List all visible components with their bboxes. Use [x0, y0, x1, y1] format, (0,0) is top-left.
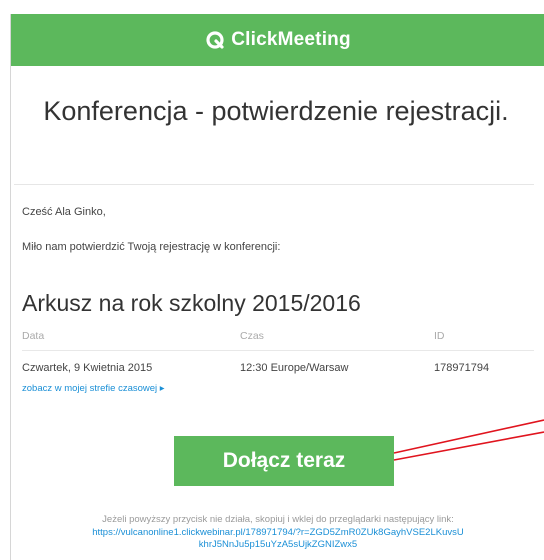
email-header: ClickMeeting: [11, 14, 544, 66]
event-time: 12:30 Europe/Warsaw: [240, 362, 349, 374]
fallback-link-line-2: khrJ5NnJu5p15uYzA5sUjkZGNIZwx5: [198, 539, 358, 550]
event-title: Arkusz na rok szkolny 2015/2016: [22, 290, 361, 316]
table-divider: [22, 350, 534, 351]
greeting-text: Cześć Ala Ginko,: [22, 206, 106, 218]
intro-text: Miło nam potwierdzić Twoją rejestrację w…: [22, 241, 281, 253]
timezone-link[interactable]: zobacz w mojej strefie czasowej ▸: [22, 383, 165, 394]
join-now-button[interactable]: Dołącz teraz: [174, 436, 394, 486]
clickmeeting-logo: ClickMeeting: [205, 29, 351, 51]
column-header-id: ID: [434, 330, 445, 342]
fallback-note: Jeżeli powyższy przycisk nie działa, sko…: [102, 514, 454, 525]
page-title: Konferencja - potwierdzenie rejestracji.: [43, 96, 509, 126]
event-id: 178971794: [434, 362, 490, 374]
column-header-date: Data: [22, 330, 45, 342]
brand-name: ClickMeeting: [231, 29, 351, 50]
fallback-link[interactable]: https://vulcanonline1.clickwebinar.pl/17…: [22, 527, 534, 551]
clickmeeting-logo-icon: [206, 31, 224, 49]
fallback-link-line-1: https://vulcanonline1.clickwebinar.pl/17…: [92, 527, 464, 538]
divider: [14, 184, 534, 185]
event-date: Czwartek, 9 Kwietnia 2015: [22, 362, 153, 374]
column-header-time: Czas: [240, 330, 264, 342]
